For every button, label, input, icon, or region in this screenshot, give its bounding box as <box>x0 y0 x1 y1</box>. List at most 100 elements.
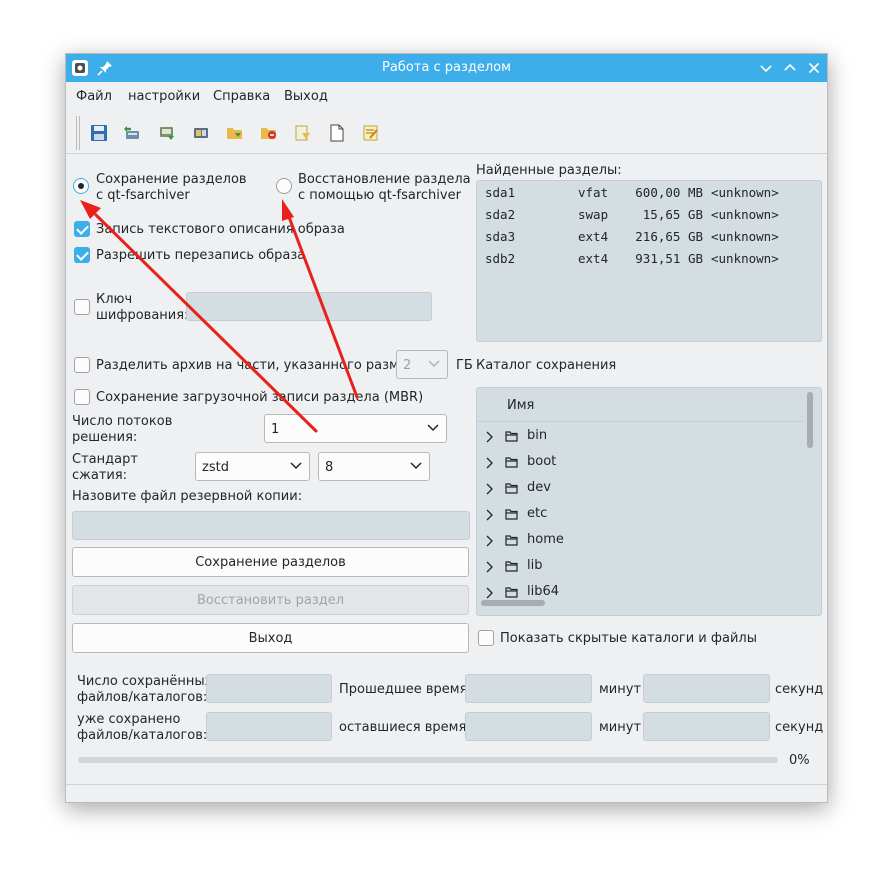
menu-file[interactable]: Файл <box>76 89 112 104</box>
folder-remove-icon[interactable] <box>260 124 278 142</box>
tree-item-label: home <box>527 532 564 547</box>
saved-count-field <box>206 674 332 703</box>
backup-file-label: Назовите файл резервной копии: <box>72 489 303 504</box>
disk-backup-icon[interactable] <box>123 124 141 142</box>
maximize-icon[interactable] <box>780 58 800 78</box>
tree-column-header[interactable]: Имя <box>477 388 803 422</box>
chevron-down-icon <box>428 360 440 368</box>
folder-icon <box>505 561 518 572</box>
save-icon[interactable] <box>90 124 108 142</box>
tree-item[interactable]: boot <box>477 450 803 476</box>
folder-open-icon[interactable] <box>226 124 244 142</box>
menu-settings[interactable]: настройки <box>128 89 200 104</box>
column-name: Имя <box>507 398 535 413</box>
new-document-icon[interactable] <box>328 124 346 142</box>
tree-item[interactable]: etc <box>477 502 803 528</box>
threads-select[interactable]: 1 <box>264 414 447 443</box>
elapsed-minutes-unit: минут <box>599 682 642 697</box>
horizontal-scrollbar[interactable] <box>481 600 545 606</box>
compression-algorithm-select[interactable]: zstd <box>195 452 310 481</box>
save-partitions-button[interactable]: Сохранение разделов <box>72 547 469 577</box>
vertical-scrollbar[interactable] <box>807 392 813 448</box>
close-icon[interactable] <box>804 58 824 78</box>
chevron-right-icon[interactable] <box>485 431 495 443</box>
status-bar <box>66 784 827 785</box>
encryption-label-line1: Ключ <box>96 292 133 307</box>
compression-level-select[interactable]: 8 <box>318 452 430 481</box>
elapsed-minutes-field <box>465 674 592 703</box>
write-description-label: Запись текстового описания образа <box>96 222 345 237</box>
chevron-right-icon[interactable] <box>485 483 495 495</box>
tree-item-label: boot <box>527 454 557 469</box>
edit-folder-icon[interactable] <box>294 124 312 142</box>
show-hidden-checkbox[interactable] <box>478 630 494 646</box>
split-size-value: 2 <box>403 358 412 373</box>
save-mbr-checkbox[interactable] <box>74 389 90 405</box>
elapsed-seconds-field <box>643 674 770 703</box>
notes-icon[interactable] <box>362 124 380 142</box>
tree-item[interactable]: dev <box>477 476 803 502</box>
remaining-minutes-unit: минут <box>599 720 642 735</box>
saved-count-label-line1: Число сохранённых <box>77 674 213 689</box>
elapsed-time-label: Прошедшее время: <box>339 682 472 697</box>
found-partitions-label: Найденные разделы: <box>476 163 622 178</box>
tree-item-label: lib <box>527 558 543 573</box>
tree-item[interactable]: bin <box>477 424 803 450</box>
toolbar <box>66 112 827 154</box>
partitions-list[interactable]: sda1 vfat 600,00 MB <unknown> sda2 swap 15,65… <box>476 180 822 342</box>
menu-bar: Файл настройки Справка Выход <box>66 82 827 110</box>
menu-help[interactable]: Справка <box>213 89 270 104</box>
write-description-checkbox[interactable] <box>74 221 90 237</box>
compression-algorithm-value: zstd <box>202 460 229 475</box>
restore-partition-radio[interactable] <box>276 178 292 194</box>
folder-icon <box>505 509 518 520</box>
remaining-minutes-field <box>465 712 592 741</box>
chevron-right-icon[interactable] <box>485 561 495 573</box>
main-window: Работа с разделом Файл настройки Справка… <box>65 53 828 803</box>
folder-icon <box>505 535 518 546</box>
restore-partition-label-line1: Восстановление раздела <box>298 172 471 187</box>
tree-item[interactable]: lib <box>477 554 803 580</box>
tree-item[interactable]: home <box>477 528 803 554</box>
encryption-key-input[interactable] <box>186 292 432 321</box>
chevron-right-icon[interactable] <box>485 509 495 521</box>
window-title: Работа с разделом <box>382 60 511 75</box>
split-archive-checkbox[interactable] <box>74 357 90 373</box>
tree-item-label: bin <box>527 428 548 443</box>
chevron-down-icon <box>290 462 302 470</box>
restore-partition-button[interactable]: Восстановить раздел <box>72 585 469 615</box>
title-bar: Работа с разделом <box>66 54 827 82</box>
save-partitions-radio[interactable] <box>73 178 89 194</box>
tree-item-label: etc <box>527 506 548 521</box>
exit-button[interactable]: Выход <box>72 623 469 653</box>
chevron-right-icon[interactable] <box>485 457 495 469</box>
minimize-icon[interactable] <box>756 58 776 78</box>
remaining-time-label: оставшиеся время: <box>339 720 471 735</box>
encryption-label-line2: шифрования: <box>96 308 189 323</box>
chevron-right-icon[interactable] <box>485 587 495 599</box>
chevron-right-icon[interactable] <box>485 535 495 547</box>
disk-restore-icon[interactable] <box>158 124 176 142</box>
threads-value: 1 <box>271 422 280 437</box>
allow-overwrite-checkbox[interactable] <box>74 247 90 263</box>
menu-exit[interactable]: Выход <box>284 89 328 104</box>
compression-label-line2: сжатия: <box>72 468 128 483</box>
partition-icon[interactable] <box>192 124 210 142</box>
chevron-down-icon <box>410 462 422 470</box>
toolbar-grip[interactable] <box>76 116 80 150</box>
allow-overwrite-label: Разрешить перезапись образа <box>96 248 306 263</box>
folder-icon <box>505 587 518 598</box>
split-archive-label: Разделить архив на части, указанного раз… <box>96 358 428 373</box>
chevron-down-icon <box>427 424 439 432</box>
split-size-select[interactable]: 2 <box>396 350 448 379</box>
catalog-tree[interactable]: Имя bin boot dev etc home lib lib64 <box>476 387 822 616</box>
catalog-label: Каталог сохранения <box>476 358 617 373</box>
progress-bar <box>78 757 778 763</box>
tree-item-label: dev <box>527 480 551 495</box>
encryption-checkbox[interactable] <box>74 299 90 315</box>
backup-file-input[interactable] <box>72 511 470 540</box>
saved-count-label-line2: файлов/каталогов: <box>77 690 208 705</box>
folder-icon <box>505 431 518 442</box>
save-partitions-label-line2: с qt-fsarchiver <box>96 188 190 203</box>
already-saved-label-line1: уже сохранено <box>77 712 181 727</box>
